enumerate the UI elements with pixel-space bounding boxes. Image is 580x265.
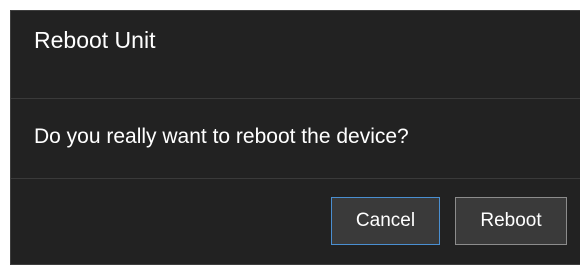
dialog-message: Do you really want to reboot the device? bbox=[34, 124, 409, 148]
reboot-dialog: Reboot Unit Do you really want to reboot… bbox=[10, 10, 580, 265]
dialog-title: Reboot Unit bbox=[34, 27, 156, 53]
cancel-button[interactable]: Cancel bbox=[331, 197, 440, 245]
dialog-body: Do you really want to reboot the device? bbox=[11, 99, 580, 179]
dialog-footer: Cancel Reboot bbox=[11, 179, 580, 264]
reboot-button[interactable]: Reboot bbox=[455, 197, 567, 245]
dialog-header: Reboot Unit bbox=[11, 11, 580, 99]
